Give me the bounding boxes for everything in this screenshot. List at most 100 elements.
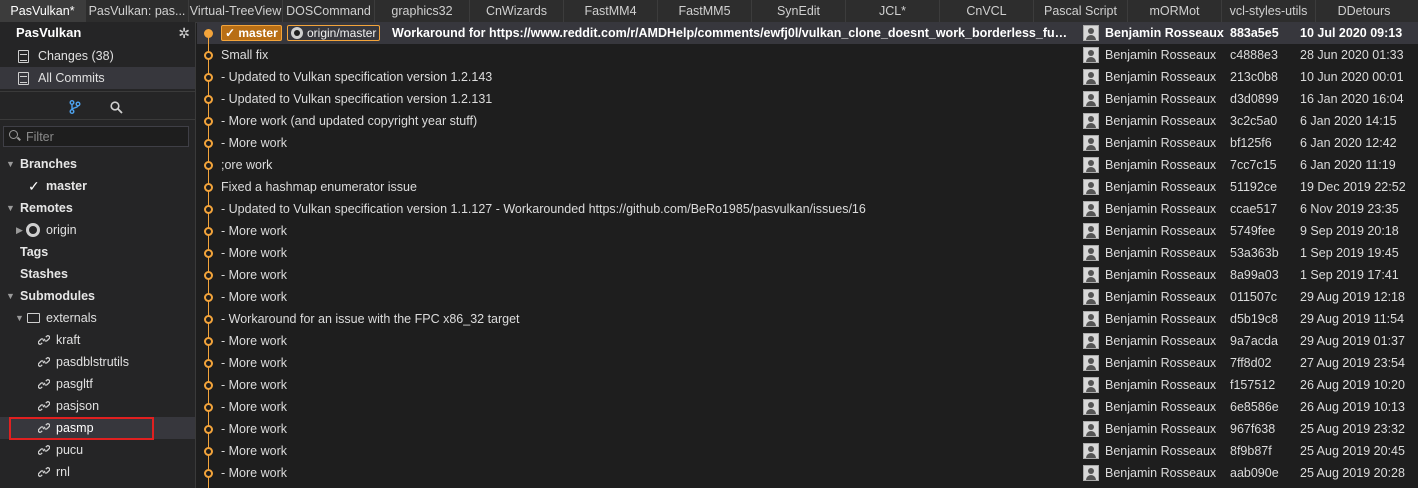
sidebar-item-label: All Commits <box>38 71 105 85</box>
avatar <box>1083 245 1099 261</box>
tab-pasvulkan-pas[interactable]: PasVulkan: pas... <box>86 0 189 22</box>
section-branches[interactable]: ▼ Branches <box>0 153 195 175</box>
section-tags[interactable]: Tags <box>0 241 195 263</box>
section-stashes[interactable]: Stashes <box>0 263 195 285</box>
remote-item-origin[interactable]: ▶ origin <box>0 219 195 241</box>
commit-row[interactable]: - More work Benjamin Rosseaux 5749fee 9 … <box>197 220 1418 242</box>
submodule-item-pucu[interactable]: pucu <box>0 439 195 461</box>
tab-graphics32[interactable]: graphics32 <box>375 0 470 22</box>
commit-date: 6 Jan 2020 12:42 <box>1300 136 1397 150</box>
filter-input[interactable] <box>26 128 184 145</box>
tab-pascal-script[interactable]: Pascal Script <box>1034 0 1128 22</box>
commit-row[interactable]: ;ore work Benjamin Rosseaux 7cc7c15 6 Ja… <box>197 154 1418 176</box>
tab-doscommand[interactable]: DOSCommand <box>283 0 375 22</box>
submodule-name: pasgltf <box>56 377 93 391</box>
avatar <box>1083 69 1099 85</box>
commit-hash: 883a5e5 <box>1230 26 1279 40</box>
branch-item-master[interactable]: ✓ master <box>0 175 195 197</box>
commit-row[interactable]: - More work Benjamin Rosseaux aab090e 25… <box>197 462 1418 484</box>
commit-row[interactable]: - More work Benjamin Rosseaux 7ff8d02 27… <box>197 352 1418 374</box>
link-icon <box>38 467 50 477</box>
tab-fastmm4[interactable]: FastMM4 <box>564 0 658 22</box>
section-submodules[interactable]: ▼ Submodules <box>0 285 195 307</box>
commit-row[interactable]: Fixed a hashmap enumerator issue Benjami… <box>197 176 1418 198</box>
commit-row[interactable]: ✓ master origin/master Workaround for ht… <box>197 22 1418 44</box>
commit-row[interactable]: - More work Benjamin Rosseaux 9a7acda 29… <box>197 330 1418 352</box>
commit-row[interactable]: - Updated to Vulkan specification versio… <box>197 88 1418 110</box>
commit-row[interactable]: - More work Benjamin Rosseaux 53a363b 1 … <box>197 242 1418 264</box>
chevron-down-icon[interactable]: ▼ <box>6 197 15 219</box>
commit-node-icon <box>204 249 213 258</box>
submodule-item-pasmp[interactable]: pasmp <box>0 417 195 439</box>
tab-virtual-treeview[interactable]: Virtual-TreeView <box>189 0 283 22</box>
filter-field[interactable] <box>3 126 189 147</box>
ref-badge-remote[interactable]: origin/master <box>287 25 381 41</box>
commit-node-icon <box>204 51 213 60</box>
search-icon <box>9 130 18 139</box>
commit-message: - More work <box>221 400 287 414</box>
commit-row[interactable]: - Updated to Vulkan specification versio… <box>197 66 1418 88</box>
tab-jcl[interactable]: JCL* <box>846 0 940 22</box>
commit-row[interactable]: - More work Benjamin Rosseaux bf125f6 6 … <box>197 132 1418 154</box>
tab-pasvulkan[interactable]: PasVulkan* <box>0 0 86 22</box>
commit-row[interactable]: - More work Benjamin Rosseaux 8f9b87f 25… <box>197 440 1418 462</box>
tab-cnwizards[interactable]: CnWizards <box>470 0 564 22</box>
sidebar: PasVulkan ✲ Changes (38) All Commits Fil… <box>0 22 196 488</box>
sidebar-item-changes[interactable]: Changes (38) <box>0 45 195 67</box>
avatar <box>1083 355 1099 371</box>
commit-author: Benjamin Rosseaux <box>1105 268 1217 282</box>
commit-author: Benjamin Rosseaux <box>1105 26 1224 40</box>
submodule-item-kraft[interactable]: kraft <box>0 329 195 351</box>
commit-row[interactable]: - More work Benjamin Rosseaux 011507c 29… <box>197 286 1418 308</box>
submodule-item-pasgltf[interactable]: pasgltf <box>0 373 195 395</box>
search-icon[interactable] <box>110 94 123 118</box>
section-label: Stashes <box>20 267 68 281</box>
chevron-down-icon[interactable]: ▼ <box>6 153 15 175</box>
sidebar-toolbar <box>0 94 195 118</box>
commit-message: - Updated to Vulkan specification versio… <box>221 70 493 84</box>
commit-hash: 5749fee <box>1230 224 1276 238</box>
submodule-name: pasdblstrutils <box>56 355 129 369</box>
sidebar-item-all-commits[interactable]: All Commits <box>0 67 195 89</box>
avatar <box>1083 91 1099 107</box>
commit-row[interactable]: - More work Benjamin Rosseaux 8a99a03 1 … <box>197 264 1418 286</box>
chevron-down-icon[interactable]: ▼ <box>6 285 15 307</box>
tab-synedit[interactable]: SynEdit <box>752 0 846 22</box>
commit-row[interactable]: - More work Benjamin Rosseaux 967f638 25… <box>197 418 1418 440</box>
avatar <box>1083 443 1099 459</box>
branch-icon[interactable] <box>69 94 81 118</box>
link-icon <box>38 401 50 411</box>
commit-row[interactable]: - Workaround for an issue with the FPC x… <box>197 308 1418 330</box>
commit-hash: bf125f6 <box>1230 136 1272 150</box>
tab-fastmm5[interactable]: FastMM5 <box>658 0 752 22</box>
tab-ddetours[interactable]: DDetours <box>1316 0 1412 22</box>
submodule-item-rnl[interactable]: rnl <box>0 461 195 483</box>
submodule-name: rnl <box>56 465 70 479</box>
ref-badge-local[interactable]: ✓ master <box>221 25 282 41</box>
folder-item-externals[interactable]: ▼ externals <box>0 307 195 329</box>
commit-message: - More work (and updated copyright year … <box>221 114 478 128</box>
chevron-down-icon[interactable]: ▼ <box>15 307 24 329</box>
commit-message: - Updated to Vulkan specification versio… <box>221 202 866 216</box>
commit-row[interactable]: - More work (and updated copyright year … <box>197 110 1418 132</box>
commit-row[interactable]: - Updated to Vulkan specification versio… <box>197 198 1418 220</box>
changes-icon <box>18 50 29 63</box>
submodule-item-pasdblstrutils[interactable]: pasdblstrutils <box>0 351 195 373</box>
gear-icon[interactable]: ✲ <box>178 22 190 44</box>
link-icon <box>38 357 50 367</box>
avatar <box>1083 377 1099 393</box>
commit-row[interactable]: - More work Benjamin Rosseaux 6e8586e 26… <box>197 396 1418 418</box>
commit-message: ;ore work <box>221 158 273 172</box>
tab-cnvcl[interactable]: CnVCL <box>940 0 1034 22</box>
commit-node-icon <box>204 403 213 412</box>
tab-mormot[interactable]: mORMot <box>1128 0 1222 22</box>
section-remotes[interactable]: ▼ Remotes <box>0 197 195 219</box>
chevron-right-icon[interactable]: ▶ <box>16 219 23 241</box>
avatar <box>1083 223 1099 239</box>
commit-row[interactable]: Small fix Benjamin Rosseaux c4888e3 28 J… <box>197 44 1418 66</box>
tab-vcl-styles-utils[interactable]: vcl-styles-utils <box>1222 0 1316 22</box>
submodule-item-pasjson[interactable]: pasjson <box>0 395 195 417</box>
commit-row[interactable]: - More work Benjamin Rosseaux f157512 26… <box>197 374 1418 396</box>
commit-date: 1 Sep 2019 17:41 <box>1300 268 1399 282</box>
commit-hash: ccae517 <box>1230 202 1278 216</box>
